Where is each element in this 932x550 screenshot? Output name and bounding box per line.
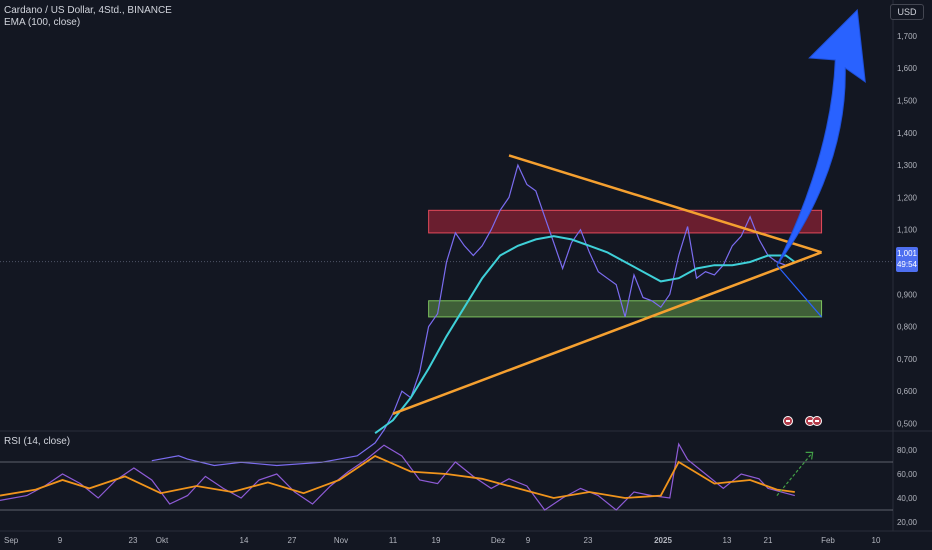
economic-event-icon[interactable] <box>812 416 822 426</box>
price-tick-label: 0,500 <box>897 420 918 429</box>
price-tick-label: 0,900 <box>897 290 918 299</box>
time-tick-label: 9 <box>526 536 531 545</box>
time-tick-label: Feb <box>821 536 835 545</box>
chart-background <box>0 0 932 550</box>
time-tick-label: 9 <box>58 536 63 545</box>
ema-legend: EMA (100, close) <box>4 17 81 28</box>
rsi-tick-label: 80,00 <box>897 446 918 455</box>
time-tick-label: 14 <box>240 536 249 545</box>
currency-selector-button[interactable]: USD <box>890 4 924 20</box>
price-tick-label: 0,800 <box>897 323 918 332</box>
time-tick-label: Okt <box>156 536 169 545</box>
time-tick-label: 21 <box>764 536 773 545</box>
time-tick-label: 11 <box>389 536 398 545</box>
symbol-legend: Cardano / US Dollar, 4Std., BINANCE <box>4 5 172 16</box>
time-tick-label: 23 <box>129 536 138 545</box>
economic-event-icon[interactable] <box>783 416 793 426</box>
rsi-legend: RSI (14, close) <box>4 436 71 447</box>
price-tick-label: 1,700 <box>897 32 918 41</box>
time-tick-label: 13 <box>723 536 732 545</box>
rsi-tick-label: 20,00 <box>897 518 918 527</box>
price-tick-label: 1,200 <box>897 193 918 202</box>
resistance-zone <box>428 209 823 234</box>
price-tick-label: 0,700 <box>897 355 918 364</box>
time-tick-label: Dez <box>491 536 505 545</box>
rsi-tick-label: 60,00 <box>897 470 918 479</box>
time-tick-label: Nov <box>334 536 348 545</box>
price-tick-label: 1,500 <box>897 96 918 105</box>
current-price-badge: 1,001 49:54 <box>896 247 918 272</box>
chart-canvas[interactable]: 1,7001,6001,5001,4001,3001,2001,1001,000… <box>0 0 932 550</box>
price-tick-label: 1,400 <box>897 129 918 138</box>
price-tick-label: 1,600 <box>897 64 918 73</box>
time-tick-label: 2025 <box>654 536 672 545</box>
time-tick-label: 23 <box>584 536 593 545</box>
time-tick-label: 19 <box>432 536 441 545</box>
bar-countdown: 49:54 <box>896 260 918 269</box>
time-tick-label: 10 <box>872 536 881 545</box>
time-tick-label: Sep <box>4 536 19 545</box>
price-tick-label: 1,300 <box>897 161 918 170</box>
rsi-tick-label: 40,00 <box>897 494 918 503</box>
price-tick-label: 0,600 <box>897 387 918 396</box>
time-tick-label: 27 <box>288 536 297 545</box>
price-tick-label: 1,100 <box>897 226 918 235</box>
current-price-value: 1,001 <box>896 249 918 258</box>
